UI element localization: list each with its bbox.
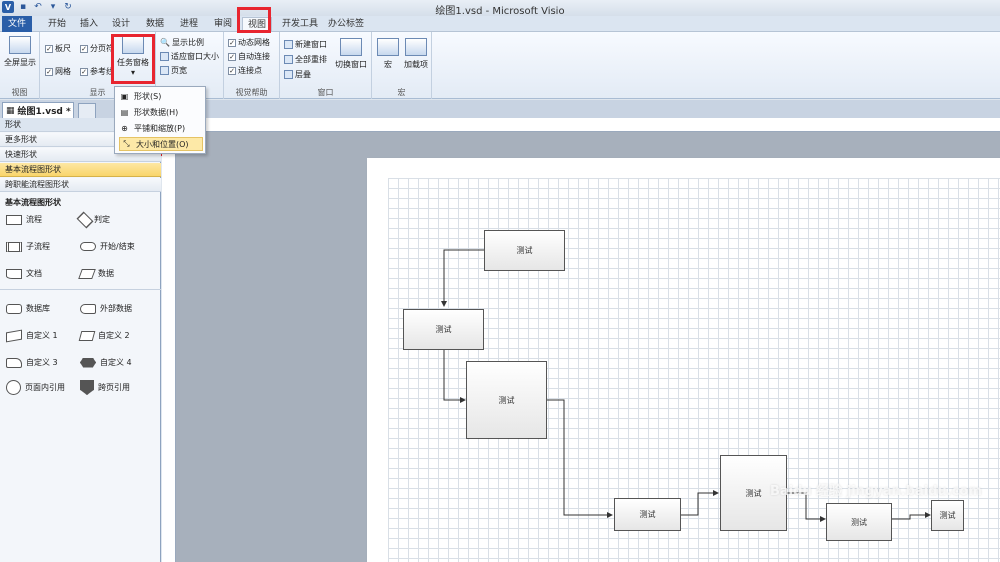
tab-design[interactable]: 设计 <box>106 17 136 32</box>
tab-office-tab[interactable]: 办公标签 <box>326 17 366 32</box>
stencil-custom3[interactable]: 自定义 3 <box>6 357 58 368</box>
macro-icon <box>377 38 399 56</box>
tab-data[interactable]: 数据 <box>140 17 170 32</box>
menu-item-shapes[interactable]: ▣ 形状(S) <box>119 89 162 103</box>
tab-review[interactable]: 审阅 <box>208 17 238 32</box>
menu-item-size-position[interactable]: ⤡ 大小和位置(O) <box>119 137 203 151</box>
task-pane-menu: ▣ 形状(S) ▤ 形状数据(H) ⊕ 平铺和缩放(P) ⤡ 大小和位置(O) <box>114 86 206 154</box>
ruler-checkbox[interactable]: ✓ 板尺 <box>45 43 71 54</box>
zoom-icon: 🔍 <box>160 38 170 47</box>
new-document-tab[interactable] <box>78 103 96 118</box>
title-bar: V ▪ ↶ ▾ ↻ 绘图1.vsd - Microsoft Visio <box>0 0 1000 17</box>
flow-node[interactable]: 测试 <box>484 230 565 271</box>
arrange-all-icon <box>284 55 293 64</box>
menu-item-shape-data[interactable]: ▤ 形状数据(H) <box>119 105 179 119</box>
shape-icon: ▣ <box>120 91 129 101</box>
cascade-icon <box>284 70 293 79</box>
guides-checkbox[interactable]: ✓ 参考线 <box>80 66 114 77</box>
menu-item-pan-zoom[interactable]: ⊕ 平铺和缩放(P) <box>119 121 185 135</box>
tab-process[interactable]: 进程 <box>174 17 204 32</box>
section-basic-flowchart[interactable]: 基本流程图形状 <box>0 163 161 177</box>
tab-view[interactable]: 视图 <box>242 17 272 33</box>
ribbon-tabs: 文件 开始 插入 设计 数据 进程 审阅 视图 开发工具 办公标签 <box>0 16 1000 33</box>
horizontal-ruler <box>170 118 1000 132</box>
stencil-database[interactable]: 数据库 <box>6 303 50 314</box>
stencil-document[interactable]: 文档 <box>6 268 42 279</box>
pan-zoom-icon: ⊕ <box>121 123 128 133</box>
stencil-off-page-reference[interactable]: 跨页引用 <box>80 380 130 395</box>
macro-button[interactable]: 宏 <box>374 38 402 70</box>
page-width-button[interactable]: 页宽 <box>160 65 187 76</box>
shapes-panel: 形状 更多形状 快速形状 基本流程图形状 跨职能流程图形状 基本流程图形状 流程… <box>0 118 161 562</box>
addons-button[interactable]: 加载项 <box>402 38 430 70</box>
stencil-external-data[interactable]: 外部数据 <box>80 303 132 314</box>
stencil-custom1[interactable]: 自定义 1 <box>6 329 58 342</box>
tab-developer[interactable]: 开发工具 <box>280 17 320 32</box>
document-icon: ▦ <box>6 105 15 116</box>
stencil-data[interactable]: 数据 <box>78 268 114 279</box>
document-tab[interactable]: ▦ 绘图1.vsd * <box>2 102 74 118</box>
fullscreen-button[interactable]: 全屏显示 <box>2 36 38 68</box>
new-window-button[interactable]: 新建窗口 <box>284 39 327 50</box>
arrange-all-button[interactable]: 全部重排 <box>284 54 327 65</box>
fit-window-button[interactable]: 适应窗口大小 <box>160 51 219 62</box>
flow-node[interactable]: 测试 <box>826 503 892 541</box>
zoom-button[interactable]: 🔍 显示比例 <box>160 37 204 48</box>
stencil-custom4[interactable]: 自定义 4 <box>80 357 132 368</box>
watermark: Baidu 经验 jingyan.baidu.com <box>770 484 982 499</box>
stencil-on-page-reference[interactable]: 页面内引用 <box>6 380 65 395</box>
flow-node[interactable]: 测试 <box>614 498 681 531</box>
tab-home[interactable]: 开始 <box>40 17 74 32</box>
dynamic-grid-checkbox[interactable]: ✓ 动态网格 <box>228 37 270 48</box>
flow-node[interactable]: 测试 <box>403 309 484 350</box>
addons-icon <box>405 38 427 56</box>
chevron-down-icon: ▾ <box>130 68 135 77</box>
flow-node[interactable]: 测试 <box>466 361 547 439</box>
switch-window-button[interactable]: 切换窗口 <box>332 38 370 70</box>
visual-aids-group: ✓ 动态网格 ✓ 自动连接 ✓ 连接点 视觉帮助 <box>224 32 280 99</box>
stencil-decision[interactable]: 判定 <box>76 211 110 228</box>
window-title: 绘图1.vsd - Microsoft Visio <box>435 6 565 17</box>
window-group: 新建窗口 全部重排 层叠 切换窗口 窗口 <box>280 32 372 99</box>
stencil-separator <box>0 289 161 290</box>
section-cross-functional[interactable]: 跨职能流程图形状 <box>0 178 161 192</box>
task-pane-icon <box>122 36 144 54</box>
fullscreen-icon <box>9 36 31 54</box>
tab-insert[interactable]: 插入 <box>74 17 104 32</box>
flow-node[interactable]: 测试 <box>931 500 964 531</box>
shape-data-icon: ▤ <box>120 107 129 117</box>
grid-checkbox[interactable]: ✓ 网格 <box>45 66 71 77</box>
task-pane-button[interactable]: 任务窗格 ▾ <box>114 36 152 77</box>
stencil-custom2[interactable]: 自定义 2 <box>78 330 130 341</box>
stencil-terminator[interactable]: 开始/结束 <box>80 241 135 252</box>
stencil-process[interactable]: 流程 <box>6 214 42 225</box>
vertical-ruler <box>162 118 176 562</box>
size-position-icon: ⤡ <box>123 139 130 148</box>
stencil-subprocess[interactable]: 子流程 <box>6 241 50 252</box>
stencil-title: 基本流程图形状 <box>5 198 61 207</box>
new-window-icon <box>284 40 293 49</box>
cascade-button[interactable]: 层叠 <box>284 69 311 80</box>
autoconnect-checkbox[interactable]: ✓ 自动连接 <box>228 51 270 62</box>
page-width-icon <box>160 66 169 75</box>
pagebreak-checkbox[interactable]: ✓ 分页符 <box>80 43 114 54</box>
tab-file[interactable]: 文件 <box>2 16 32 32</box>
fit-window-icon <box>160 52 169 61</box>
connection-points-checkbox[interactable]: ✓ 连接点 <box>228 65 262 76</box>
view-group: 全屏显示 视图 <box>0 32 40 99</box>
switch-window-icon <box>340 38 362 56</box>
macro-group: 宏 加载项 宏 <box>372 32 432 99</box>
